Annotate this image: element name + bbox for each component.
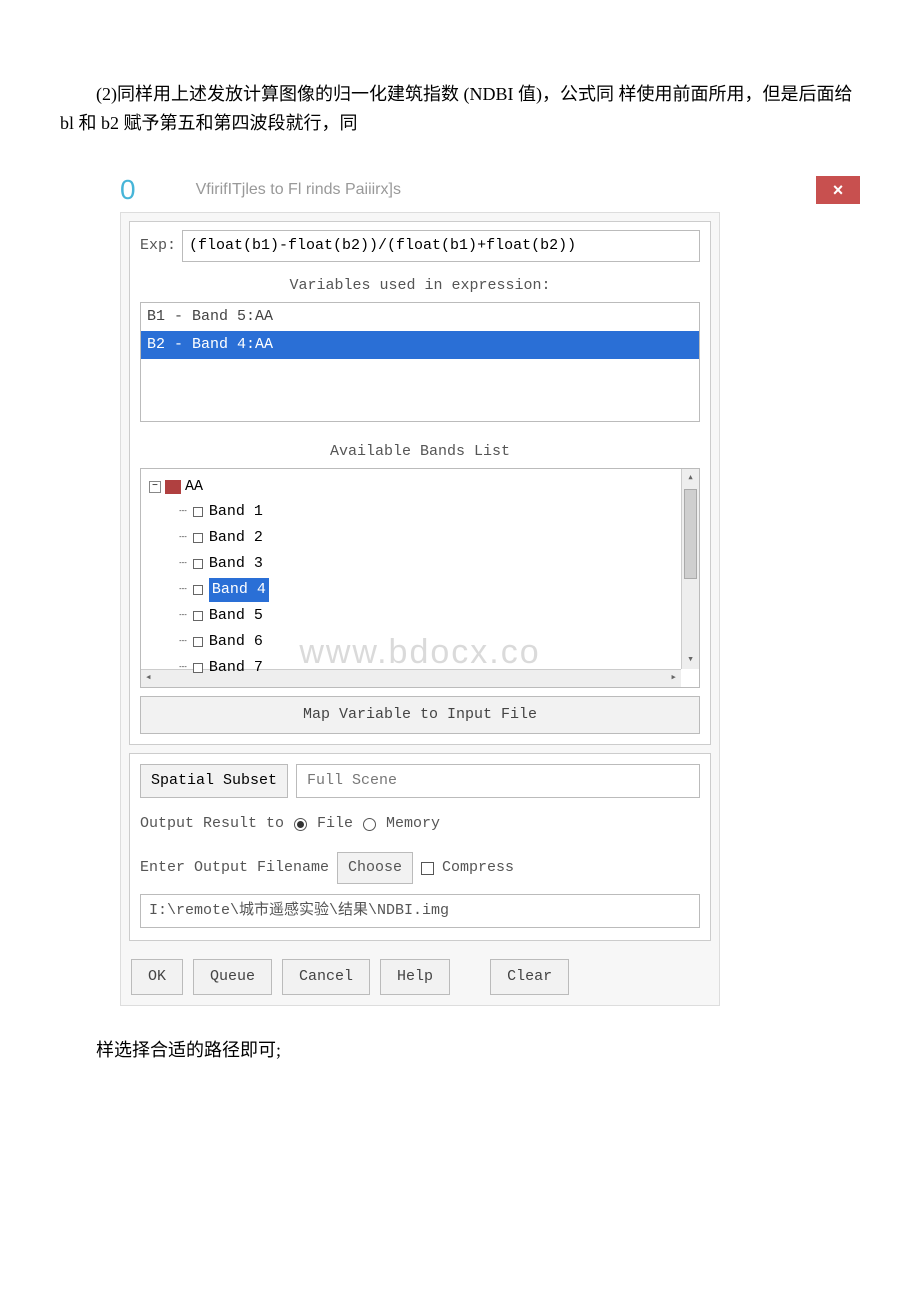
band-box-icon — [193, 611, 203, 621]
tree-item[interactable]: ┄ Band 2 — [179, 525, 691, 551]
band-box-icon — [193, 507, 203, 517]
band-label: Band 7 — [209, 656, 263, 680]
output-result-label: Output Result to — [140, 812, 284, 836]
memory-radio-label: Memory — [386, 812, 440, 836]
memory-radio[interactable] — [363, 818, 376, 831]
tree-branch-icon: ┄ — [179, 606, 187, 627]
compress-label: Compress — [442, 856, 514, 880]
band-label: Band 1 — [209, 500, 263, 524]
bands-list-label: Available Bands List — [130, 432, 710, 468]
tree-branch-icon: ┄ — [179, 632, 187, 653]
help-button[interactable]: Help — [380, 959, 450, 995]
band-box-icon — [193, 663, 203, 673]
header-zero: 0 — [120, 168, 136, 213]
band-box-icon — [193, 637, 203, 647]
tree-root-label: AA — [185, 475, 203, 499]
exp-label: Exp: — [140, 234, 176, 258]
tree-branch-icon: ┄ — [179, 554, 187, 575]
middle-panel: Spatial Subset Full Scene Output Result … — [129, 753, 711, 941]
file-radio[interactable] — [294, 818, 307, 831]
band-label: Band 3 — [209, 552, 263, 576]
top-panel: Exp: (float(b1)-float(b2))/(float(b1)+fl… — [129, 221, 711, 745]
intro-paragraph: (2)同样用上述发放计算图像的归一化建筑指数 (NDBI 值)，公式同 样使用前… — [60, 80, 860, 138]
exp-input[interactable]: (float(b1)-float(b2))/(float(b1)+float(b… — [182, 230, 700, 262]
tree-branch-icon: ┄ — [179, 580, 187, 601]
tree-item[interactable]: ┄ Band 4 — [179, 577, 691, 603]
file-icon — [165, 480, 181, 494]
output-filename-label: Enter Output Filename — [140, 856, 329, 880]
queue-button[interactable]: Queue — [193, 959, 272, 995]
spatial-subset-button[interactable]: Spatial Subset — [140, 764, 288, 798]
button-row: OK Queue Cancel Help Clear — [121, 949, 719, 1005]
band-box-icon — [193, 585, 203, 595]
tree-collapse-icon[interactable]: − — [149, 481, 161, 493]
tree-item[interactable]: ┄ Band 5 — [179, 603, 691, 629]
compress-checkbox[interactable] — [421, 862, 434, 875]
band-label: Band 4 — [209, 578, 269, 602]
band-label: Band 6 — [209, 630, 263, 654]
band-label: Band 5 — [209, 604, 263, 628]
close-button[interactable]: × — [816, 176, 860, 204]
dialog-title: VfirifITjles to Fl rinds Paiiirx]s — [196, 177, 816, 203]
clear-button[interactable]: Clear — [490, 959, 569, 995]
spatial-subset-value[interactable]: Full Scene — [296, 764, 700, 798]
tree-item[interactable]: ┄ Band 1 — [179, 499, 691, 525]
band-box-icon — [193, 559, 203, 569]
tree-item[interactable]: ┄ Band 7 — [179, 655, 691, 681]
file-radio-label: File — [317, 812, 353, 836]
variable-item[interactable]: B1 - Band 5:AA — [141, 303, 699, 331]
dialog-window: Exp: (float(b1)-float(b2))/(float(b1)+fl… — [120, 212, 720, 1006]
cancel-button[interactable]: Cancel — [282, 959, 370, 995]
ok-button[interactable]: OK — [131, 959, 183, 995]
tree-branch-icon: ┄ — [179, 528, 187, 549]
band-box-icon — [193, 533, 203, 543]
map-variable-button[interactable]: Map Variable to Input File — [140, 696, 700, 734]
variable-item[interactable]: B2 - Band 4:AA — [141, 331, 699, 359]
bands-tree: − AA ┄ Band 1 ┄ Band 2 ┄ Band 3 ┄ Band 4 ┄ Ba… — [140, 468, 700, 688]
choose-button[interactable]: Choose — [337, 852, 413, 884]
tree-item[interactable]: ┄ Band 3 — [179, 551, 691, 577]
tree-branch-icon: ┄ — [179, 658, 187, 679]
variables-list[interactable]: B1 - Band 5:AA B2 - Band 4:AA — [140, 302, 700, 422]
variables-label: Variables used in expression: — [130, 270, 710, 302]
output-path-input[interactable]: I:\remote\城市遥感实验\结果\NDBI.img — [140, 894, 700, 928]
tree-item[interactable]: ┄ Band 6 — [179, 629, 691, 655]
band-label: Band 2 — [209, 526, 263, 550]
outro-paragraph: 样选择合适的路径即可; — [60, 1036, 860, 1065]
tree-root[interactable]: − AA — [149, 475, 691, 499]
tree-branch-icon: ┄ — [179, 502, 187, 523]
